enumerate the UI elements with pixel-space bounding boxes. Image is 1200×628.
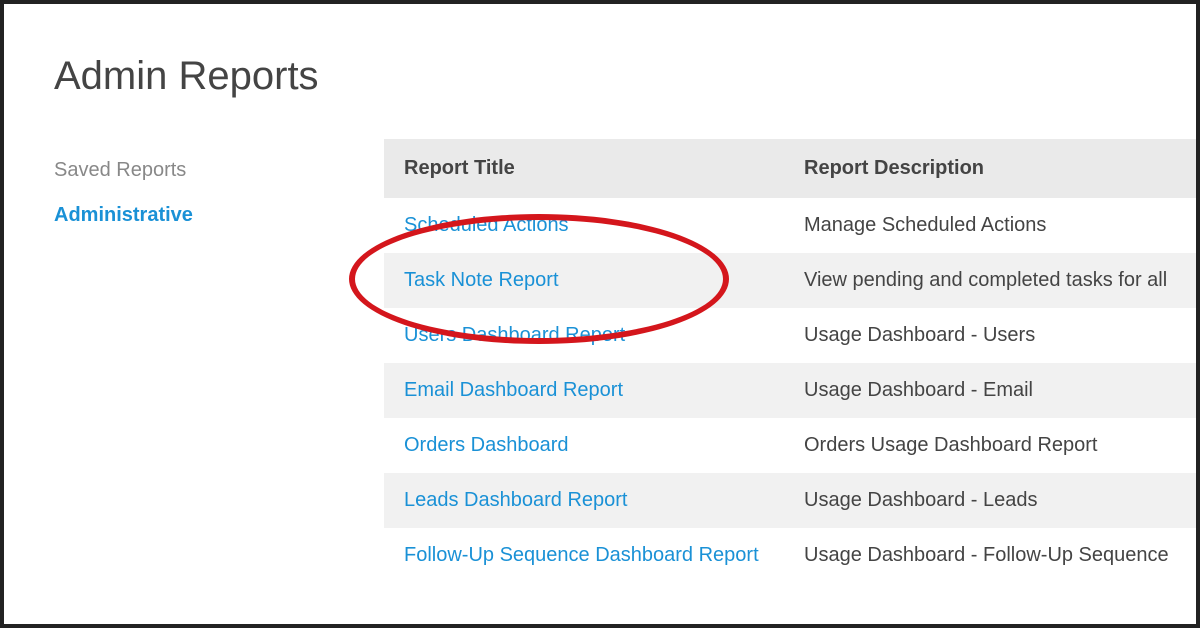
report-link-orders-dashboard[interactable]: Orders Dashboard [404, 434, 569, 456]
report-link-task-note-report[interactable]: Task Note Report [404, 269, 559, 291]
report-link-leads-dashboard-report[interactable]: Leads Dashboard Report [404, 489, 627, 511]
column-header-title: Report Title [384, 139, 784, 198]
report-link-email-dashboard-report[interactable]: Email Dashboard Report [404, 379, 623, 401]
table-row: Follow-Up Sequence Dashboard Report Usag… [384, 528, 1196, 583]
table-row: Scheduled Actions Manage Scheduled Actio… [384, 198, 1196, 253]
table-row: Users Dashboard Report Usage Dashboard -… [384, 308, 1196, 363]
sidebar-item-saved-reports[interactable]: Saved Reports [54, 159, 384, 182]
sidebar-item-administrative[interactable]: Administrative [54, 204, 384, 227]
report-link-scheduled-actions[interactable]: Scheduled Actions [404, 214, 569, 236]
report-description: Usage Dashboard - Users [784, 308, 1196, 363]
report-link-users-dashboard-report[interactable]: Users Dashboard Report [404, 324, 625, 346]
sidebar: Saved Reports Administrative [54, 139, 384, 249]
table-row: Task Note Report View pending and comple… [384, 253, 1196, 308]
report-description: Usage Dashboard - Leads [784, 473, 1196, 528]
report-link-followup-sequence-dashboard-report[interactable]: Follow-Up Sequence Dashboard Report [404, 544, 759, 566]
column-header-description: Report Description [784, 139, 1196, 198]
page-title: Admin Reports [54, 54, 1196, 99]
main-content: Report Title Report Description Schedule… [384, 139, 1196, 583]
table-row: Leads Dashboard Report Usage Dashboard -… [384, 473, 1196, 528]
table-row: Orders Dashboard Orders Usage Dashboard … [384, 418, 1196, 473]
report-description: Usage Dashboard - Email [784, 363, 1196, 418]
report-description: Manage Scheduled Actions [784, 198, 1196, 253]
report-description: Usage Dashboard - Follow-Up Sequence [784, 528, 1196, 583]
table-row: Email Dashboard Report Usage Dashboard -… [384, 363, 1196, 418]
report-description: Orders Usage Dashboard Report [784, 418, 1196, 473]
report-description: View pending and completed tasks for all [784, 253, 1196, 308]
reports-table: Report Title Report Description Schedule… [384, 139, 1196, 583]
